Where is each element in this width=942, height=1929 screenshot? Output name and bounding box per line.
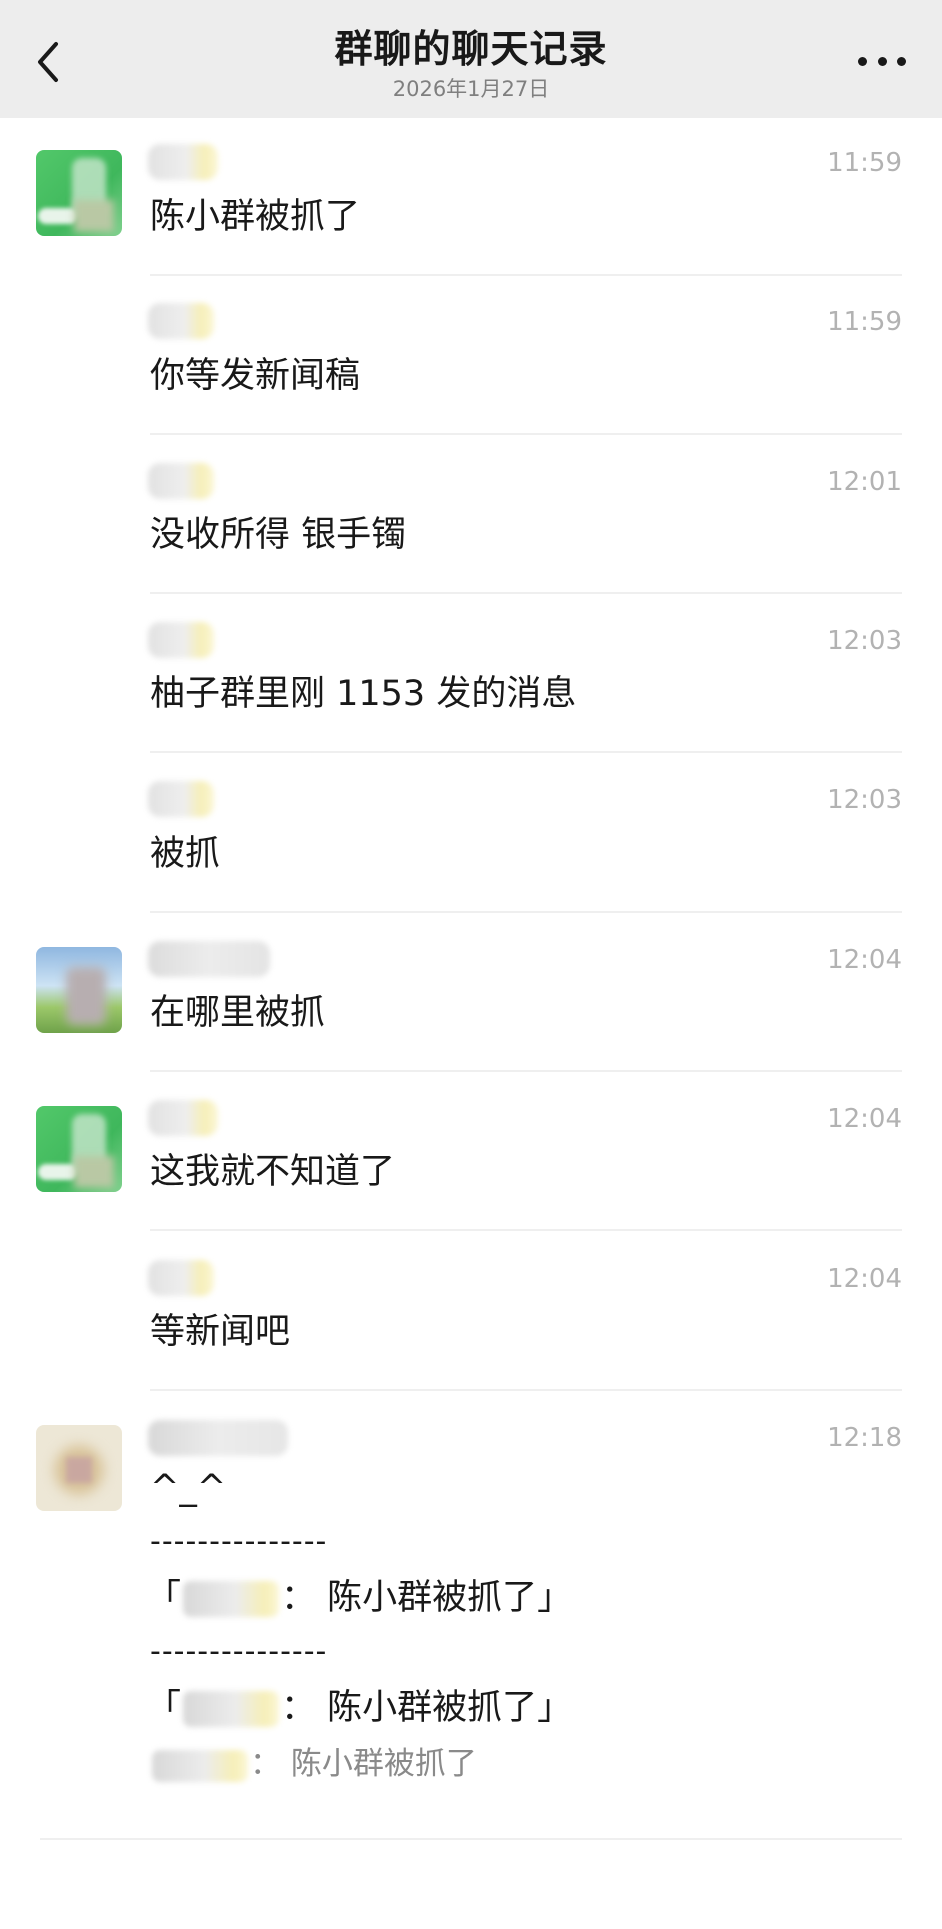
bottom-divider xyxy=(40,1838,902,1840)
avatar[interactable] xyxy=(36,1425,122,1511)
sender-name-blurred xyxy=(148,941,270,977)
message-line-quote: 「 ： 陈小群被抓了」 xyxy=(146,1686,572,1730)
more-dot-icon xyxy=(858,56,867,66)
message-text: 柚子群里刚 1153 发的消息 xyxy=(150,674,577,714)
message-text: 等新闻吧 xyxy=(150,1312,291,1352)
sender-name-blurred xyxy=(148,1260,214,1296)
sender-name-blurred xyxy=(148,1100,218,1136)
avatar[interactable] xyxy=(36,1106,122,1192)
header-title-block: 群聊的聊天记录 2026年1月27日 xyxy=(0,26,942,104)
message-text: 被抓 xyxy=(150,834,221,874)
message-divider xyxy=(150,751,902,753)
message-divider xyxy=(150,1389,902,1391)
message-time: 12:18 xyxy=(827,1423,902,1453)
avatar[interactable] xyxy=(36,150,122,236)
message-line-emoticon: ^_^ xyxy=(150,1468,227,1508)
message-time: 12:04 xyxy=(827,1264,902,1294)
message-time: 12:04 xyxy=(827,1104,902,1134)
quoted-sender-blurred xyxy=(183,1691,280,1727)
quote-text: ： 陈小群被抓了」 xyxy=(281,1688,573,1728)
message-time: 11:59 xyxy=(827,307,902,337)
more-dot-icon xyxy=(897,56,906,66)
message-reference-quote[interactable]: ： 陈小群被抓了 xyxy=(150,1742,477,1786)
message-divider xyxy=(150,1229,902,1231)
message-time: 11:59 xyxy=(827,148,902,178)
message-time: 12:04 xyxy=(827,945,902,975)
sender-name-blurred xyxy=(148,303,214,339)
message-time: 12:01 xyxy=(827,467,902,497)
page-title: 群聊的聊天记录 xyxy=(334,27,608,71)
message-divider xyxy=(150,433,902,435)
sender-name-blurred xyxy=(148,144,218,180)
message-text: 你等发新闻稿 xyxy=(150,356,361,396)
message-line-separator: --------------- xyxy=(150,1524,328,1559)
sender-name-blurred xyxy=(148,622,214,658)
sender-name-blurred xyxy=(148,1420,288,1456)
reference-quote-text: ： 陈小群被抓了 xyxy=(250,1746,477,1782)
message-text: 没收所得 银手镯 xyxy=(150,515,407,555)
message-line-separator: --------------- xyxy=(150,1634,328,1669)
chat-record-header: 群聊的聊天记录 2026年1月27日 xyxy=(0,0,942,118)
message-text: 陈小群被抓了 xyxy=(150,197,361,237)
quoted-sender-blurred xyxy=(183,1581,280,1617)
sender-name-blurred xyxy=(148,463,214,499)
quoted-sender-blurred xyxy=(152,1749,248,1782)
more-dot-icon xyxy=(877,56,887,66)
message-text: 在哪里被抓 xyxy=(150,993,326,1033)
quote-open-bracket: 「 xyxy=(146,1688,182,1728)
sender-name-blurred xyxy=(148,781,214,817)
message-time: 12:03 xyxy=(827,626,902,656)
avatar[interactable] xyxy=(36,947,122,1033)
message-line-quote: 「 ： 陈小群被抓了」 xyxy=(146,1576,572,1620)
page-subtitle-date: 2026年1月27日 xyxy=(392,77,550,101)
message-divider xyxy=(150,1070,902,1072)
quote-text: ： 陈小群被抓了」 xyxy=(281,1578,573,1618)
message-text: 这我就不知道了 xyxy=(150,1152,396,1192)
more-button[interactable] xyxy=(858,52,906,70)
message-divider xyxy=(150,274,902,276)
message-divider xyxy=(150,911,902,913)
quote-open-bracket: 「 xyxy=(146,1578,182,1618)
message-divider xyxy=(150,592,902,594)
message-time: 12:03 xyxy=(827,785,902,815)
